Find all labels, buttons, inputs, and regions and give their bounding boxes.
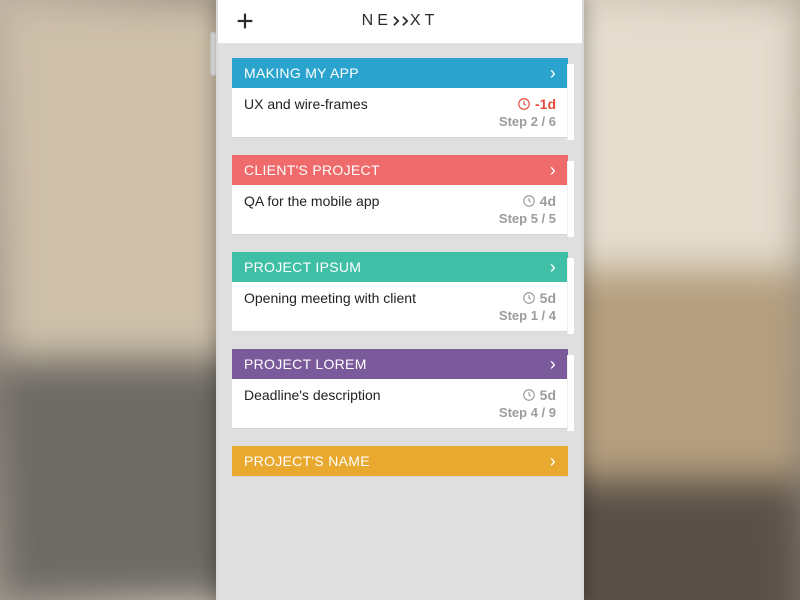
nav-bar: NE XT (218, 0, 582, 44)
task-label: QA for the mobile app (244, 193, 379, 209)
clock-icon (517, 97, 531, 111)
clock-icon (522, 291, 536, 305)
due-text: 5d (540, 387, 556, 403)
due-badge: 5d (522, 290, 556, 306)
due-badge: 5d (522, 387, 556, 403)
brand-left: NE (362, 12, 392, 30)
due-text: -1d (535, 96, 556, 112)
project-card[interactable]: PROJECT'S NAME › (232, 446, 568, 476)
step-count: Step 2 / 6 (244, 114, 556, 129)
project-title: PROJECT LOREM (244, 356, 367, 372)
project-title: MAKING MY APP (244, 65, 359, 81)
project-card[interactable]: CLIENT'S PROJECT › QA for the mobile app… (232, 155, 568, 234)
due-badge: 4d (522, 193, 556, 209)
task-label: Deadline's description (244, 387, 381, 403)
due-badge: -1d (517, 96, 556, 112)
project-header[interactable]: PROJECT'S NAME › (232, 446, 568, 476)
step-count: Step 4 / 9 (244, 405, 556, 420)
project-header[interactable]: PROJECT LOREM › (232, 349, 568, 379)
project-header[interactable]: PROJECT IPSUM › (232, 252, 568, 282)
task-label: Opening meeting with client (244, 290, 416, 306)
clock-icon (522, 388, 536, 402)
chevron-right-icon: › (550, 161, 556, 179)
chevron-right-icon: › (550, 355, 556, 373)
chevron-right-icon: › (550, 452, 556, 470)
brand-right: XT (410, 12, 438, 30)
plus-icon (234, 10, 256, 32)
due-text: 4d (540, 193, 556, 209)
phone-frame: NE XT MAKING MY APP › UX and wire-frames… (216, 0, 584, 600)
project-header[interactable]: CLIENT'S PROJECT › (232, 155, 568, 185)
task-label: UX and wire-frames (244, 96, 368, 112)
project-title: PROJECT IPSUM (244, 259, 361, 275)
project-body: UX and wire-frames -1d Step 2 / 6 (232, 88, 568, 137)
step-count: Step 5 / 5 (244, 211, 556, 226)
chevron-right-icon: › (550, 64, 556, 82)
chevron-right-icon: › (550, 258, 556, 276)
device-side-button (210, 32, 216, 76)
project-card[interactable]: PROJECT LOREM › Deadline's description 5… (232, 349, 568, 428)
project-card[interactable]: MAKING MY APP › UX and wire-frames -1d S… (232, 58, 568, 137)
due-text: 5d (540, 290, 556, 306)
brand-chevrons-icon (392, 15, 410, 27)
project-card[interactable]: PROJECT IPSUM › Opening meeting with cli… (232, 252, 568, 331)
project-header[interactable]: MAKING MY APP › (232, 58, 568, 88)
step-count: Step 1 / 4 (244, 308, 556, 323)
clock-icon (522, 194, 536, 208)
project-body: Opening meeting with client 5d Step 1 / … (232, 282, 568, 331)
project-body: QA for the mobile app 4d Step 5 / 5 (232, 185, 568, 234)
project-title: CLIENT'S PROJECT (244, 162, 380, 178)
app-title: NE XT (362, 12, 439, 30)
project-list[interactable]: MAKING MY APP › UX and wire-frames -1d S… (218, 44, 582, 600)
project-title: PROJECT'S NAME (244, 453, 370, 469)
project-body: Deadline's description 5d Step 4 / 9 (232, 379, 568, 428)
add-button[interactable] (230, 6, 260, 36)
